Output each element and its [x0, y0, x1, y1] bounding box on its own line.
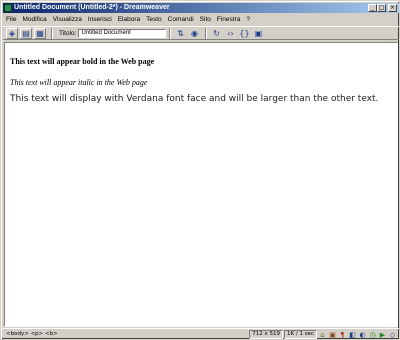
maximize-button[interactable]: □ [377, 4, 386, 12]
design-view-icon[interactable]: ▦ [34, 27, 46, 39]
preview-browser-icon[interactable]: ◉ [188, 28, 200, 39]
minimize-button[interactable]: _ [368, 4, 377, 12]
code-view-icon[interactable]: ◈ [6, 27, 18, 39]
menu-elabora[interactable]: Elabora [118, 16, 140, 23]
toolbar-separator [169, 27, 172, 39]
css-styles-icon[interactable]: ◧ [348, 330, 357, 339]
window-size-field[interactable]: 712 x 519 [249, 330, 284, 339]
application-window: Untitled Document (Untitled-2*) - Dreamw… [0, 0, 400, 340]
behaviors-icon[interactable]: ◐ [358, 330, 367, 339]
menu-modifica[interactable]: Modifica [22, 16, 46, 23]
bold-paragraph[interactable]: This text will appear bold in the Web pa… [10, 57, 397, 67]
menu-comandi[interactable]: Comandi [168, 16, 194, 23]
verdana-paragraph[interactable]: This text will display with Verdana font… [10, 94, 397, 105]
menu-bar: File Modifica Visualizza Inserisci Elabo… [3, 14, 399, 25]
document-toolbar: ◈ ▤ ▦ Titolo: Untitled Document ⇅ ◉ ↻ ‹›… [3, 26, 399, 40]
toolbar-separator [51, 27, 53, 39]
code-inspector-icon[interactable]: ◇ [388, 330, 397, 339]
menu-inserisci[interactable]: Inserisci [88, 16, 112, 23]
menu-help[interactable]: ? [246, 16, 250, 23]
window-controls: _ □ × [368, 4, 397, 12]
page-title-label: Titolo: [59, 29, 77, 37]
italic-paragraph[interactable]: This text will appear italic in the Web … [10, 78, 397, 88]
code-nav-icon[interactable]: ‹› [224, 28, 236, 39]
refresh-icon[interactable]: ↻ [210, 28, 222, 39]
download-size-field: 1K / 1 sec [284, 330, 317, 339]
menu-sito[interactable]: Sito [200, 16, 211, 23]
status-bar: <body> <p> <b> 712 x 519 1K / 1 sec ⌂ ▣ … [3, 328, 399, 339]
page-title-input[interactable]: Untitled Document [78, 28, 167, 38]
site-icon[interactable]: ⌂ [318, 330, 327, 339]
html-styles-icon[interactable]: ¶ [338, 330, 347, 339]
toolbar-separator [205, 27, 208, 39]
view-options-icon[interactable]: {} [238, 28, 250, 39]
menu-testo[interactable]: Testo [146, 16, 162, 23]
tag-selector[interactable]: <body> <p> <b> [6, 331, 58, 337]
split-view-icon[interactable]: ▤ [20, 27, 32, 39]
window-title: Untitled Document (Untitled-2*) - Dreamw… [14, 4, 170, 11]
menu-visualizza[interactable]: Visualizza [53, 16, 82, 23]
close-button[interactable]: × [388, 4, 397, 12]
document-window[interactable]: This text will appear bold in the Web pa… [4, 42, 398, 327]
menu-finestra[interactable]: Finestra [217, 16, 240, 23]
assets-icon[interactable]: ▣ [328, 330, 337, 339]
menu-file[interactable]: File [6, 16, 16, 23]
status-right: 712 x 519 1K / 1 sec ⌂ ▣ ¶ ◧ ◐ ◷ ▶ ◇ [249, 330, 397, 339]
file-management-icon[interactable]: ⇅ [174, 28, 186, 39]
page-properties-icon[interactable]: ▣ [252, 28, 264, 39]
dreamweaver-app-icon[interactable] [4, 4, 12, 12]
timeline-icon[interactable]: ▶ [378, 330, 387, 339]
history-icon[interactable]: ◷ [368, 330, 377, 339]
title-bar[interactable]: Untitled Document (Untitled-2*) - Dreamw… [3, 3, 399, 13]
